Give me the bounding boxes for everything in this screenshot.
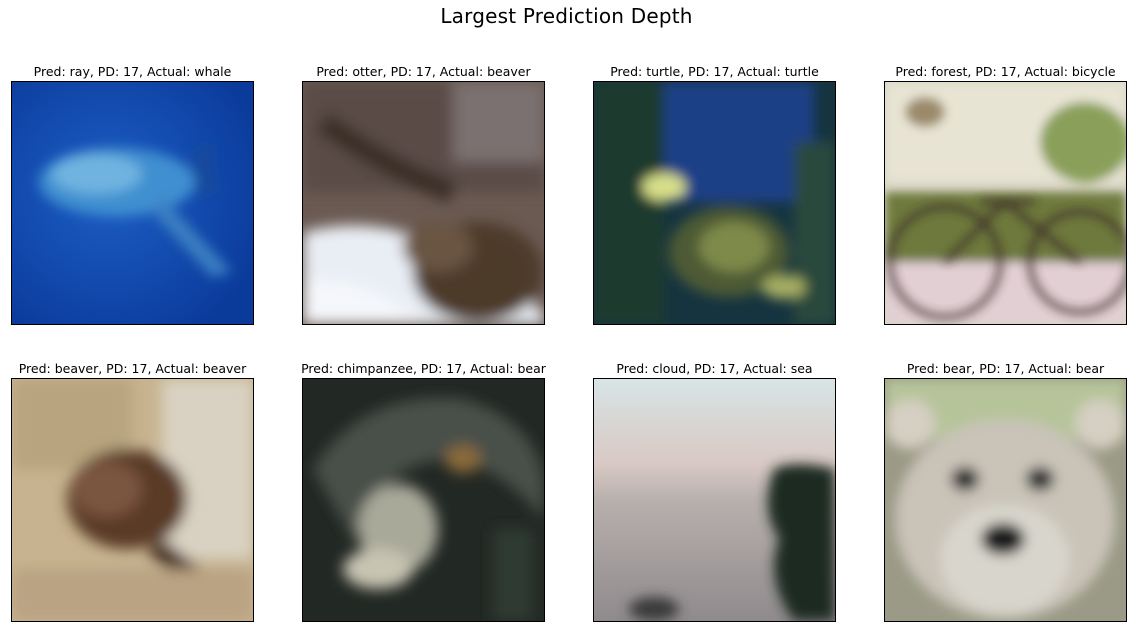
panel-6-title: Pred: chimpanzee, PD: 17, Actual: bear [301,361,546,376]
panel-8-image [884,378,1127,622]
panel-1-image [11,81,254,325]
panel-4-title: Pred: forest, PD: 17, Actual: bicycle [895,64,1116,79]
panel-8-title: Pred: bear, PD: 17, Actual: bear [906,361,1105,376]
figure-title: Largest Prediction Depth [440,4,693,28]
panel-7-title: Pred: cloud, PD: 17, Actual: sea [616,361,813,376]
panel-4-image [884,81,1127,325]
panel-3-title: Pred: turtle, PD: 17, Actual: turtle [610,64,819,79]
panel-1-title: Pred: ray, PD: 17, Actual: whale [33,64,232,79]
panel-5-image [11,378,254,622]
panel-3-image [593,81,836,325]
panel-5-title: Pred: beaver, PD: 17, Actual: beaver [18,361,247,376]
panel-6-image [302,378,545,622]
panel-2-title: Pred: otter, PD: 17, Actual: beaver [316,64,531,79]
panel-7-image [593,378,836,622]
panel-2-image [302,81,545,325]
